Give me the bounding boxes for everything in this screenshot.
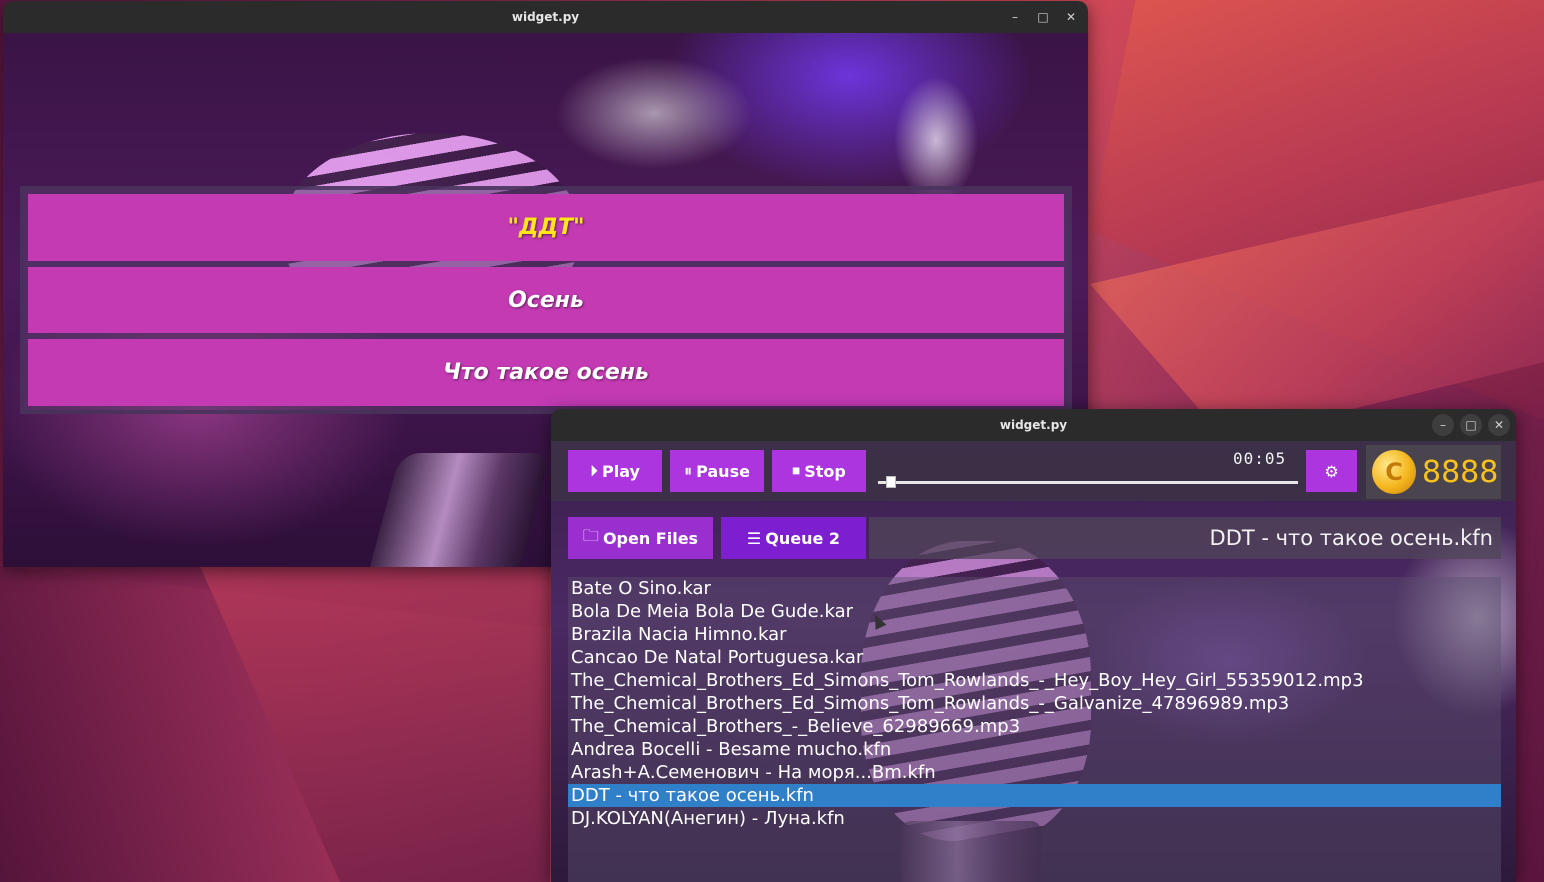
queue-music-icon: ☰ — [746, 528, 762, 548]
open-files-button[interactable]: 🗀 Open Files — [568, 517, 713, 559]
playlist-item[interactable]: The_Chemical_Brothers_-_Believe_62989669… — [568, 715, 1501, 738]
play-circle-icon: ⏵ — [590, 461, 599, 480]
window-title: widget.py — [999, 418, 1068, 432]
lyrics-panel: "ДДТ" Осень Что такое осень — [20, 186, 1072, 414]
pause-button-label: Pause — [696, 461, 750, 481]
progress-slider[interactable] — [878, 481, 1298, 484]
stop-button-label: Stop — [804, 461, 846, 481]
pause-circle-icon: ⏸ — [684, 461, 693, 480]
playlist-item[interactable]: DJ.KOLYAN(Анегин) - Луна.kfn — [568, 807, 1501, 830]
playlist-item[interactable]: Cancao De Natal Portuguesa.kar — [568, 646, 1501, 669]
open-files-label: Open Files — [602, 528, 699, 548]
minimize-icon[interactable]: – — [1432, 414, 1454, 436]
player-window: widget.py – □ ✕ ⏵ Play ⏸ Pause ⏹ Stop 00… — [551, 409, 1516, 882]
close-icon[interactable]: ✕ — [1488, 414, 1510, 436]
queue-button[interactable]: ☰ Queue 2 — [721, 517, 866, 559]
maximize-icon[interactable]: □ — [1460, 414, 1482, 436]
play-button[interactable]: ⏵ Play — [568, 450, 662, 492]
lyric-line: Что такое осень — [28, 339, 1064, 407]
minimize-icon[interactable]: – — [1004, 6, 1026, 28]
queue-label: Queue 2 — [765, 528, 841, 548]
play-button-label: Play — [602, 461, 640, 481]
folder-icon: 🗀 — [582, 525, 599, 545]
stop-button[interactable]: ⏹ Stop — [772, 450, 866, 492]
playback-timer: 00:05 — [1233, 449, 1287, 468]
progress-slider-handle[interactable] — [886, 476, 897, 488]
window-title: widget.py — [511, 10, 580, 24]
playlist-item[interactable]: Andrea Bocelli - Besame mucho.kfn — [568, 738, 1501, 761]
maximize-icon[interactable]: □ — [1032, 6, 1054, 28]
pause-button[interactable]: ⏸ Pause — [670, 450, 764, 492]
playlist-item[interactable]: Bate O Sino.kar — [568, 577, 1501, 600]
playlist-item[interactable]: The_Chemical_Brothers_Ed_Simons_Tom_Rowl… — [568, 669, 1501, 692]
lyrics-window-titlebar[interactable]: widget.py – □ ✕ — [3, 1, 1088, 33]
lyric-line: Осень — [28, 266, 1064, 334]
close-icon[interactable]: ✕ — [1060, 6, 1082, 28]
playlist-item[interactable]: Arash+А.Семенович - На моря...Bm.kfn — [568, 761, 1501, 784]
now-playing-title: DDT - что такое осень.kfn — [869, 517, 1501, 559]
coin-balance: C 8888 — [1366, 445, 1501, 499]
gear-icon: ⚙ — [1324, 461, 1339, 481]
settings-button[interactable]: ⚙ — [1306, 450, 1357, 492]
window-controls: – □ ✕ — [1432, 414, 1510, 436]
player-window-titlebar[interactable]: widget.py – □ ✕ — [551, 409, 1516, 441]
window-controls: – □ ✕ — [1004, 6, 1082, 28]
coin-count: 8888 — [1422, 454, 1499, 490]
playlist-item[interactable]: Brazila Nacia Himno.kar — [568, 623, 1501, 646]
file-toolbar: 🗀 Open Files ☰ Queue 2 DDT - что такое о… — [551, 509, 1516, 567]
lyric-line-current: "ДДТ" — [28, 194, 1064, 261]
coin-icon: C — [1372, 450, 1416, 494]
playlist-item[interactable]: Bola De Meia Bola De Gude.kar — [568, 600, 1501, 623]
transport-toolbar: ⏵ Play ⏸ Pause ⏹ Stop 00:05 ⚙ C 8888 — [551, 441, 1516, 501]
playlist-item[interactable]: The_Chemical_Brothers_Ed_Simons_Tom_Rowl… — [568, 692, 1501, 715]
microphone-stand-image — [365, 453, 551, 567]
stop-circle-icon: ⏹ — [792, 461, 801, 480]
playlist: Bate O Sino.kar Bola De Meia Bola De Gude… — [568, 577, 1501, 882]
playlist-item[interactable]: DDT - что такое осень.kfn — [568, 784, 1501, 807]
